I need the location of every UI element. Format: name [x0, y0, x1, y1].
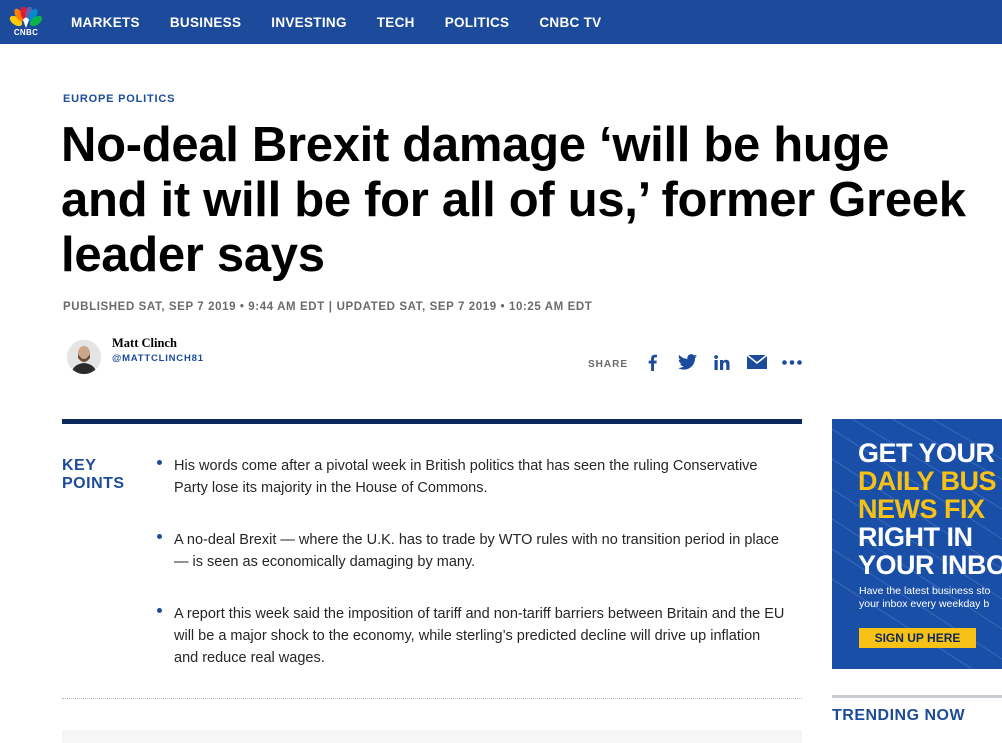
key-points-rule: [62, 419, 802, 424]
trending-rule: [832, 695, 1002, 698]
share-label: SHARE: [588, 359, 629, 370]
bullet-icon: [157, 534, 162, 539]
key-points-title-line1: KEY: [62, 457, 97, 474]
logo-text: CNBC: [13, 28, 39, 37]
nav-menu: MARKETS BUSINESS INVESTING TECH POLITICS…: [71, 15, 631, 30]
peacock-icon: [9, 7, 43, 28]
article-timestamp: PUBLISHED SAT, SEP 7 2019 • 9:44 AM EDT |…: [63, 301, 592, 313]
trending-now-heading: TRENDING NOW: [832, 707, 966, 724]
ad-headline-line3: NEWS FIX: [858, 494, 985, 524]
ad-headline-line4: RIGHT IN: [858, 522, 973, 552]
nav-item-tech[interactable]: TECH: [377, 15, 415, 30]
key-point-item: His words come after a pivotal week in B…: [157, 455, 787, 499]
key-points-title: KEY POINTS: [62, 457, 125, 493]
facebook-icon[interactable]: [645, 352, 659, 372]
nav-item-investing[interactable]: INVESTING: [271, 15, 346, 30]
linkedin-icon[interactable]: [713, 352, 731, 372]
timestamp-separator: |: [328, 301, 333, 313]
key-point-item: A no-deal Brexit — where the U.K. has to…: [157, 529, 787, 573]
author-photo: [67, 340, 101, 374]
ad-subtext: Have the latest business sto your inbox …: [859, 585, 990, 611]
key-point-text: A no-deal Brexit — where the U.K. has to…: [174, 532, 779, 570]
twitter-icon[interactable]: [677, 352, 697, 372]
published-time: PUBLISHED SAT, SEP 7 2019 • 9:44 AM EDT: [63, 301, 325, 313]
article-headline: No-deal Brexit damage ‘will be huge and …: [61, 118, 966, 282]
key-point-text: His words come after a pivotal week in B…: [174, 458, 758, 496]
ad-subtext-line1: Have the latest business sto: [859, 585, 991, 597]
bullet-icon: [157, 460, 162, 465]
updated-time: UPDATED SAT, SEP 7 2019 • 10:25 AM EDT: [336, 301, 593, 313]
section-link[interactable]: EUROPE POLITICS: [63, 93, 175, 105]
ad-headline-line1: GET YOUR: [858, 438, 995, 468]
nav-item-politics[interactable]: POLITICS: [445, 15, 510, 30]
top-nav: CNBC MARKETS BUSINESS INVESTING TECH POL…: [0, 0, 1002, 44]
nav-item-markets[interactable]: MARKETS: [71, 15, 140, 30]
ad-subtext-line2: your inbox every weekday b: [859, 598, 990, 610]
email-icon[interactable]: [747, 352, 767, 372]
article-body-start: [62, 730, 802, 743]
newsletter-ad[interactable]: GET YOUR DAILY BUS NEWS FIX RIGHT IN YOU…: [832, 419, 1002, 669]
ad-headline-line5: YOUR INBO: [858, 550, 1002, 580]
more-icon[interactable]: [782, 352, 802, 372]
nav-item-cnbc-tv[interactable]: CNBC TV: [539, 15, 601, 30]
key-point-item: A report this week said the imposition o…: [157, 603, 787, 669]
key-point-text: A report this week said the imposition o…: [174, 606, 785, 666]
key-points-divider: [62, 698, 802, 699]
nav-item-business[interactable]: BUSINESS: [170, 15, 241, 30]
author-name[interactable]: Matt Clinch: [112, 336, 177, 351]
cnbc-logo[interactable]: CNBC: [0, 0, 52, 44]
author-avatar[interactable]: [67, 340, 101, 374]
author-twitter-handle[interactable]: @MATTCLINCH81: [112, 353, 204, 364]
key-points-title-line2: POINTS: [62, 475, 125, 492]
bullet-icon: [157, 608, 162, 613]
ad-headline-line2: DAILY BUS: [858, 466, 997, 496]
sign-up-button[interactable]: SIGN UP HERE: [859, 628, 976, 648]
